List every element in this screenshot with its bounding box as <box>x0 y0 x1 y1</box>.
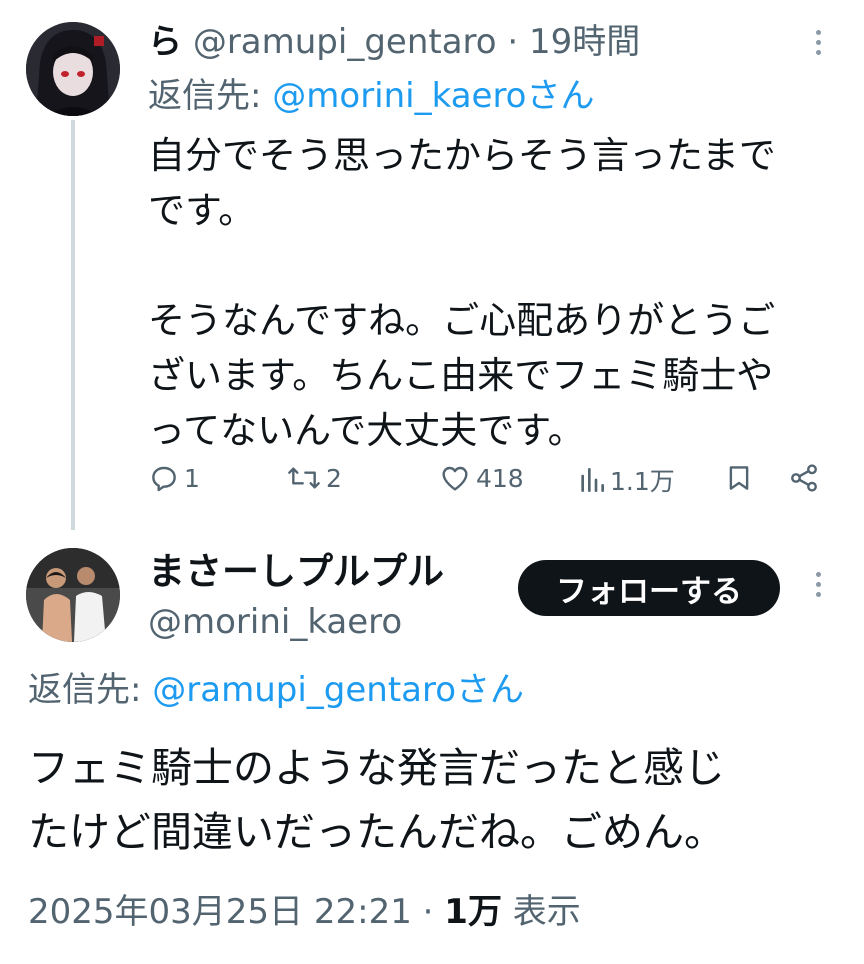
tweet-meta: 2025年03月25日 22:21 · 1万 表示 <box>28 888 581 936</box>
share-button[interactable] <box>788 462 820 494</box>
retweet-count: 2 <box>326 463 342 493</box>
views-label: 表示 <box>501 892 581 932</box>
views-count: 1.1万 <box>610 467 675 496</box>
more-icon[interactable] <box>814 30 822 55</box>
author-handle[interactable]: @ramupi_gentaro <box>193 22 497 62</box>
follow-button[interactable]: フォローする <box>518 560 780 616</box>
retweet-icon <box>288 467 320 489</box>
share-icon <box>791 464 817 492</box>
separator-dot: · <box>507 22 519 62</box>
tweet-text-line: ざいます。ちんこ由来でフェミ騎士や <box>148 354 774 397</box>
reply-prefix: 返信先: <box>28 670 153 710</box>
reply-to-link[interactable]: @morini_kaero <box>272 76 526 116</box>
tweet1-header: ら @ramupi_gentaro · 19時間 <box>148 20 640 64</box>
reply-button[interactable]: 1 <box>148 462 200 494</box>
like-count: 418 <box>476 463 524 493</box>
avatar[interactable] <box>26 22 120 116</box>
tweet-text-line: フェミ騎士のような発言だったと感じ <box>28 744 725 792</box>
reply-context: 返信先: @ramupi_gentaroさん <box>28 668 524 712</box>
author-name[interactable]: ら <box>148 22 182 62</box>
tweet-text-line: です。 <box>148 189 256 232</box>
like-icon <box>442 466 468 491</box>
avatar-image <box>26 548 120 642</box>
avatar[interactable] <box>26 548 120 642</box>
reply-icon <box>152 466 176 492</box>
reply-suffix[interactable]: さん <box>527 76 595 116</box>
tweet-actions: 1 2 418 1.1万 <box>148 462 828 506</box>
reply-count: 1 <box>184 463 200 493</box>
tweet-text-line: ってないんで大丈夫です。 <box>148 409 585 452</box>
bookmark-button[interactable] <box>724 462 754 494</box>
bookmark-icon <box>729 466 749 490</box>
avatar-image <box>26 22 120 116</box>
tweet2-body: フェミ騎士のような発言だったと感じ たけど間違いだったんだね。ごめん。 <box>28 736 828 864</box>
tweet-text-line: そうなんですね。ご心配ありがとうご <box>148 299 776 342</box>
reply-to-link[interactable]: @ramupi_gentaro <box>152 670 456 710</box>
tweet-time[interactable]: 19時間 <box>529 22 640 62</box>
views-count: 1万 <box>444 892 502 932</box>
tweet1-body: 自分でそう思ったからそう言ったまで です。 そうなんですね。ご心配ありがとうご … <box>148 128 828 458</box>
author-name[interactable]: まさーしプルプル <box>148 548 444 596</box>
reply-suffix[interactable]: さん <box>456 670 524 710</box>
tweet-text-line: 自分でそう思ったからそう言ったまで <box>148 134 776 177</box>
like-button[interactable]: 418 <box>438 462 524 494</box>
views-icon <box>581 468 604 492</box>
separator-dot: · <box>411 892 445 932</box>
more-icon[interactable] <box>814 572 822 597</box>
views-button[interactable]: 1.1万 <box>578 462 675 498</box>
tweet-text-line: たけど間違いだったんだね。ごめん。 <box>28 808 725 856</box>
reply-prefix: 返信先: <box>148 76 273 116</box>
author-handle[interactable]: @morini_kaero <box>148 600 402 644</box>
retweet-button[interactable]: 2 <box>286 462 342 494</box>
reply-context: 返信先: @morini_kaeroさん <box>148 74 595 118</box>
timestamp[interactable]: 2025年03月25日 22:21 <box>28 892 412 932</box>
thread-connector-line <box>71 120 75 530</box>
